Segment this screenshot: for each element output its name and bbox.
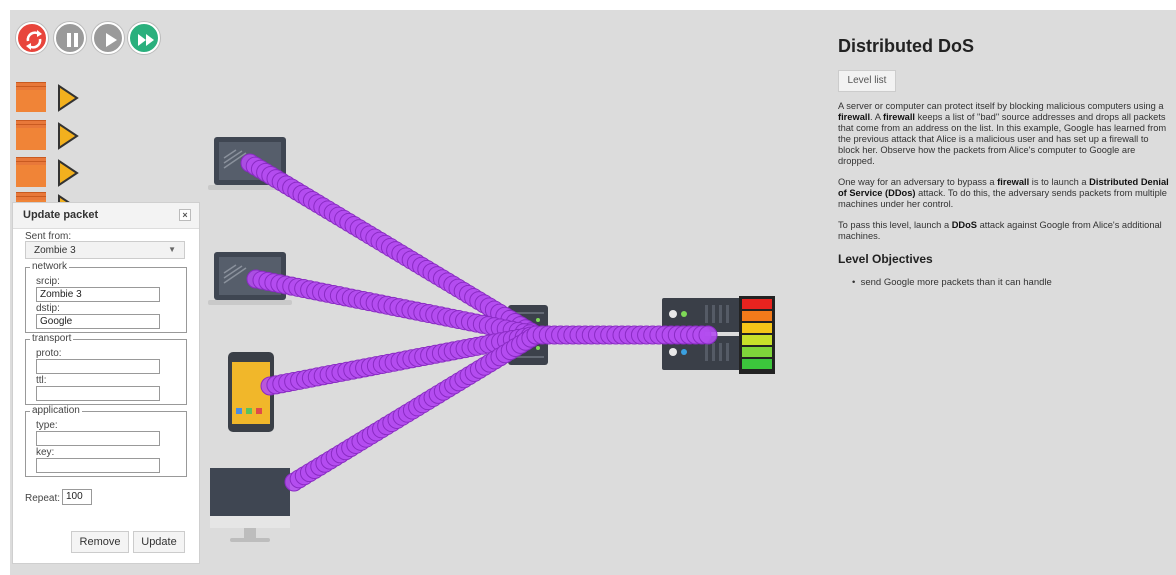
bold-term: firewall bbox=[997, 177, 1030, 187]
srcip-input[interactable]: Zombie 3 bbox=[36, 287, 160, 302]
text-run: A server or computer can protect itself … bbox=[838, 101, 1164, 111]
text-run: One way for an adversary to bypass a bbox=[838, 177, 998, 187]
description-paragraph-1: A server or computer can protect itself … bbox=[838, 101, 1170, 167]
repeat-label: Repeat: bbox=[25, 493, 61, 504]
application-legend: application bbox=[30, 405, 82, 416]
text-run: is to launch a bbox=[1029, 177, 1090, 187]
type-label: type: bbox=[36, 420, 58, 431]
transport-fieldset: transport proto: ttl: bbox=[25, 333, 187, 405]
load-meter-segment bbox=[742, 347, 772, 357]
objectives-title: Level Objectives bbox=[838, 252, 933, 266]
network-legend: network bbox=[30, 261, 70, 272]
objective-item: • send Google more packets than it can h… bbox=[852, 277, 1052, 288]
load-meter-segment bbox=[742, 323, 772, 333]
type-input[interactable] bbox=[36, 431, 160, 446]
ttl-input[interactable] bbox=[36, 386, 160, 401]
bold-term: DDoS bbox=[951, 220, 978, 230]
text-run: . A bbox=[870, 112, 883, 122]
key-input[interactable] bbox=[36, 458, 160, 473]
close-icon[interactable]: × bbox=[179, 209, 191, 221]
proto-input[interactable] bbox=[36, 359, 160, 374]
dstip-input[interactable]: Google bbox=[36, 314, 160, 329]
desktop-zombie-4[interactable] bbox=[210, 468, 290, 542]
packet bbox=[698, 325, 718, 345]
key-label: key: bbox=[36, 447, 55, 458]
update-button[interactable]: Update bbox=[133, 531, 185, 553]
remove-button[interactable]: Remove bbox=[71, 531, 129, 553]
description-paragraph-2: One way for an adversary to bypass a fir… bbox=[838, 177, 1170, 210]
bold-term: firewall bbox=[838, 112, 871, 122]
network-fieldset: network srcip: Zombie 3 dstip: Google bbox=[25, 261, 187, 333]
load-meter-segment bbox=[742, 311, 772, 321]
description-paragraph-3: To pass this level, launch a DDoS attack… bbox=[838, 220, 1170, 242]
panel-title: Update packet bbox=[23, 209, 99, 221]
load-meter-segment bbox=[742, 359, 772, 369]
update-packet-panel: Update packet × Sent from: Zombie 3 ▼ ne… bbox=[12, 202, 200, 564]
transport-legend: transport bbox=[30, 333, 74, 344]
level-list-button[interactable]: Level list bbox=[838, 70, 896, 92]
level-title: Distributed DoS bbox=[838, 36, 975, 56]
packet-stream bbox=[526, 325, 718, 345]
srcip-label: srcip: bbox=[36, 276, 60, 287]
objective-text: send Google more packets than it can han… bbox=[860, 277, 1052, 288]
proto-label: proto: bbox=[36, 348, 62, 359]
bold-term: firewall bbox=[882, 112, 916, 122]
dstip-label: dstip: bbox=[36, 303, 60, 314]
ttl-label: ttl: bbox=[36, 375, 47, 386]
application-fieldset: application type: key: bbox=[25, 405, 187, 477]
chevron-down-icon: ▼ bbox=[168, 245, 176, 254]
repeat-input[interactable]: 100 bbox=[62, 489, 92, 505]
panel-header: Update packet × bbox=[13, 203, 199, 229]
load-meter-segment bbox=[742, 299, 772, 309]
load-meter-segment bbox=[742, 335, 772, 345]
server-load-meter bbox=[739, 296, 775, 374]
text-run: To pass this level, launch a bbox=[838, 220, 952, 230]
sent-from-value: Zombie 3 bbox=[34, 245, 76, 256]
sent-from-select[interactable]: Zombie 3 ▼ bbox=[25, 241, 185, 259]
